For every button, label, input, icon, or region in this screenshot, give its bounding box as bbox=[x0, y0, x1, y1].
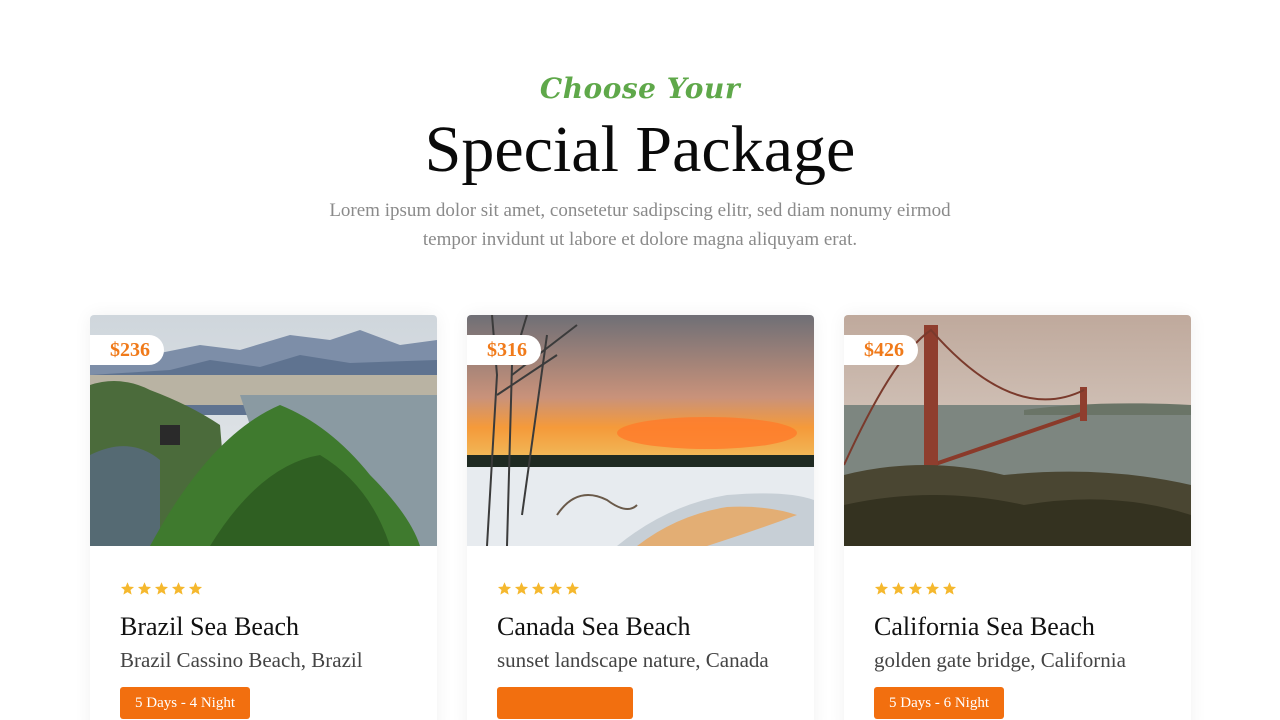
card-body: Canada Sea Beach sunset landscape nature… bbox=[497, 581, 797, 720]
star-icon bbox=[548, 582, 563, 595]
star-icon bbox=[497, 582, 512, 595]
section-title: Special Package bbox=[424, 113, 856, 186]
package-title[interactable]: Canada Sea Beach bbox=[497, 611, 797, 643]
package-card-california[interactable]: $426 California Sea Beach golden gate br… bbox=[844, 315, 1191, 720]
duration-button[interactable] bbox=[497, 687, 633, 719]
card-body: California Sea Beach golden gate bridge,… bbox=[874, 581, 1174, 719]
price-badge: $426 bbox=[844, 335, 918, 365]
package-cards: $236 Brazil Sea Beach Brazil Cassino Bea… bbox=[90, 315, 1191, 720]
star-icon bbox=[908, 582, 923, 595]
section-subtitle: Lorem ipsum dolor sit amet, consetetur s… bbox=[329, 200, 951, 250]
star-icon bbox=[925, 582, 940, 595]
star-icon bbox=[154, 582, 169, 595]
star-icon bbox=[171, 582, 186, 595]
price-badge: $316 bbox=[467, 335, 541, 365]
package-title[interactable]: Brazil Sea Beach bbox=[120, 611, 420, 643]
section-eyebrow: Choose Your bbox=[539, 72, 741, 105]
star-icon bbox=[120, 582, 135, 595]
star-icon bbox=[942, 582, 957, 595]
card-body: Brazil Sea Beach Brazil Cassino Beach, B… bbox=[120, 581, 420, 719]
star-icon bbox=[514, 582, 529, 595]
star-rating bbox=[497, 581, 797, 599]
star-icon bbox=[874, 582, 889, 595]
star-rating bbox=[874, 581, 1174, 599]
duration-button[interactable]: 5 Days - 4 Night bbox=[120, 687, 250, 719]
price-badge: $236 bbox=[90, 335, 164, 365]
star-icon bbox=[137, 582, 152, 595]
star-rating bbox=[120, 581, 420, 599]
package-location: sunset landscape nature, Canada bbox=[497, 648, 769, 672]
star-icon bbox=[565, 582, 580, 595]
star-icon bbox=[891, 582, 906, 595]
star-icon bbox=[531, 582, 546, 595]
package-location: golden gate bridge, California bbox=[874, 648, 1126, 672]
package-location: Brazil Cassino Beach, Brazil bbox=[120, 648, 363, 672]
star-icon bbox=[188, 582, 203, 595]
duration-button[interactable]: 5 Days - 6 Night bbox=[874, 687, 1004, 719]
package-card-brazil[interactable]: $236 Brazil Sea Beach Brazil Cassino Bea… bbox=[90, 315, 437, 720]
package-title[interactable]: California Sea Beach bbox=[874, 611, 1174, 643]
package-card-canada[interactable]: $316 Canada Sea Beach sunset landscape n… bbox=[467, 315, 814, 720]
